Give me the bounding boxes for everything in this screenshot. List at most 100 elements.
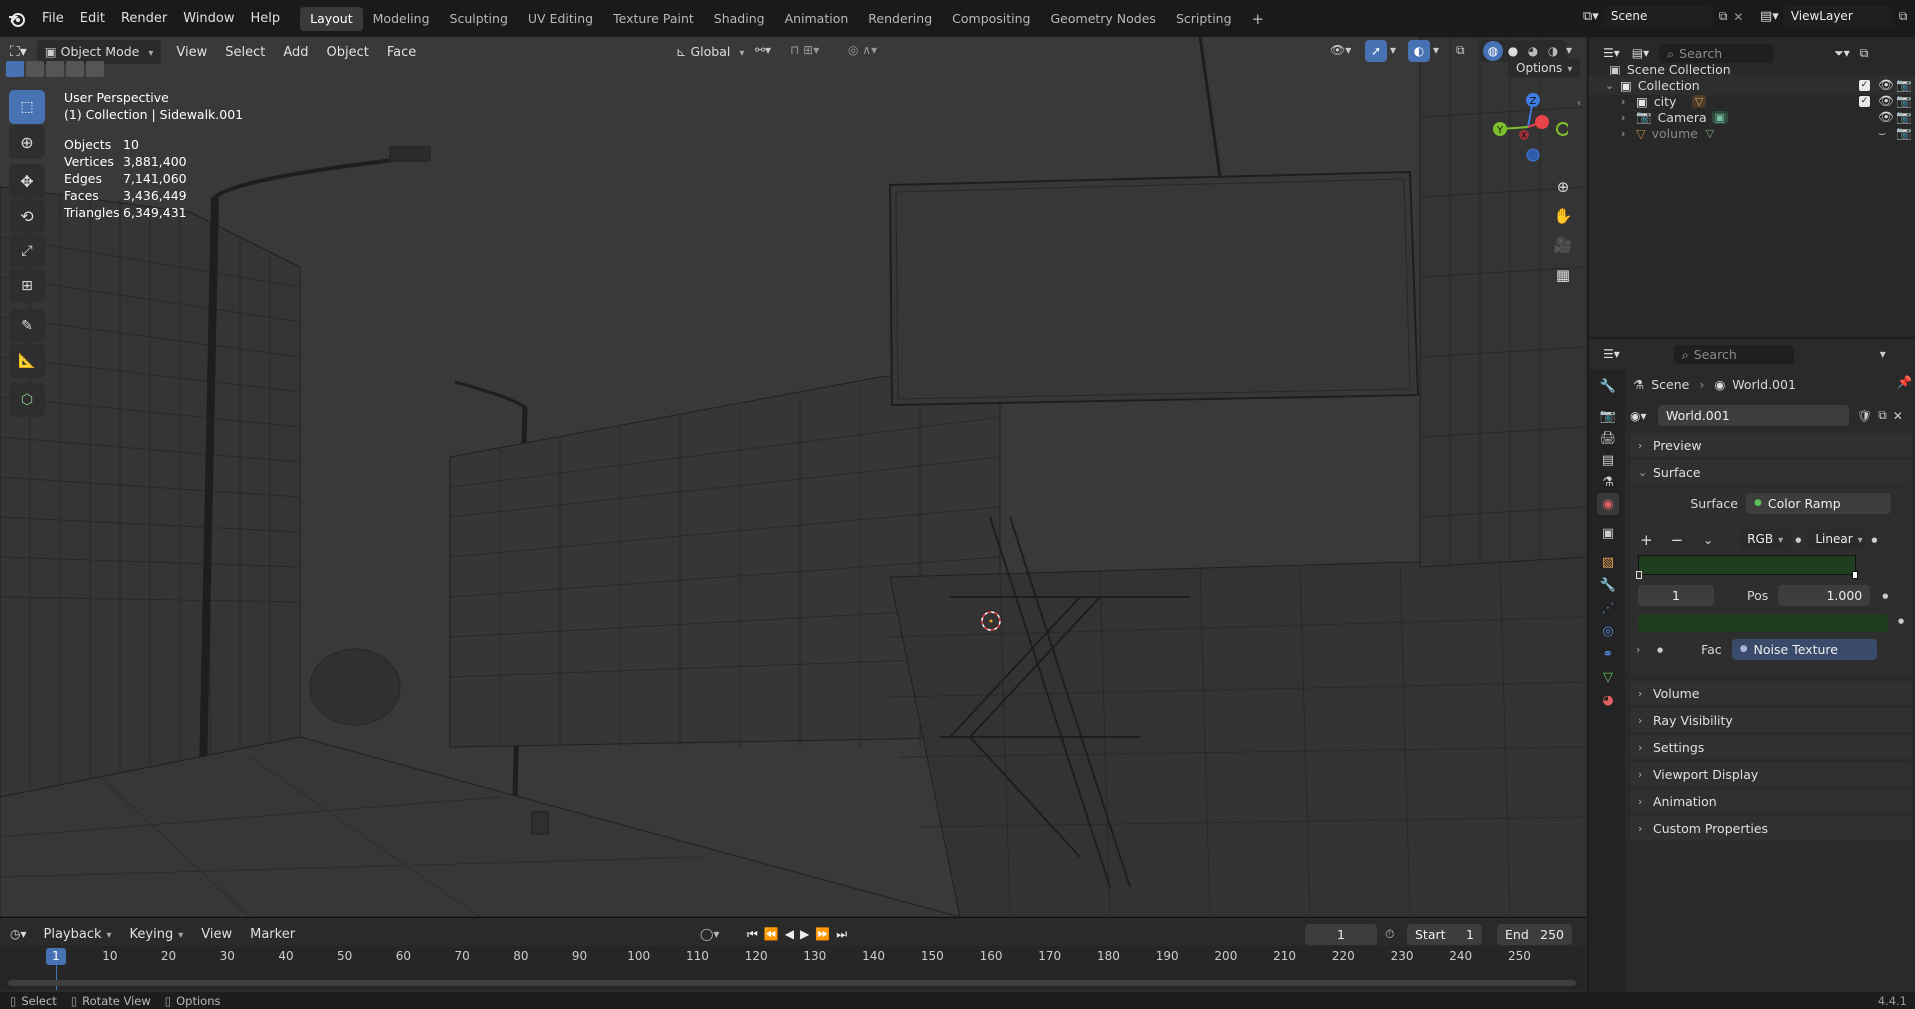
panel-surface[interactable]: ⌄ Surface bbox=[1630, 460, 1912, 484]
jump-start-icon[interactable]: ⏮ bbox=[747, 927, 758, 942]
gizmo-dropdown-icon[interactable]: ▾ bbox=[1390, 43, 1396, 57]
menu-file[interactable]: File bbox=[34, 7, 72, 31]
start-frame-field[interactable]: Start 1 bbox=[1407, 923, 1482, 945]
keyframe-dot-icon[interactable]: ● bbox=[1898, 617, 1904, 625]
camera-view-icon[interactable]: 🎥 bbox=[1549, 231, 1577, 259]
duplicate-world-icon[interactable]: ⧉ bbox=[1878, 408, 1887, 423]
tab-rendering[interactable]: Rendering bbox=[858, 7, 942, 31]
ramp-stop-left[interactable] bbox=[1636, 571, 1642, 579]
outliner-editor-icon[interactable]: ☰▾ bbox=[1603, 46, 1620, 60]
add-workspace-button[interactable]: + bbox=[1242, 7, 1275, 31]
view-layer-tab-icon[interactable]: ▤ bbox=[1597, 449, 1619, 471]
3d-viewport[interactable]: ⛶▾ ▣ Object Mode View Select Add Object … bbox=[0, 37, 1587, 917]
ramp-menu-icon[interactable]: ⌄ bbox=[1703, 533, 1713, 547]
particles-tab-icon[interactable]: ⋰ bbox=[1597, 597, 1619, 619]
new-view-layer-icon[interactable]: ⧉ bbox=[1899, 9, 1908, 24]
menu-view[interactable]: View bbox=[167, 45, 216, 60]
menu-timeline-view[interactable]: View bbox=[192, 927, 241, 942]
gizmo-toggle-icon[interactable]: ➚ bbox=[1365, 40, 1387, 62]
ramp-stop-right[interactable] bbox=[1852, 571, 1858, 579]
scene-selector[interactable]: ⧉▾ Scene ⧉ ✕ bbox=[1583, 6, 1743, 27]
timeline-editor-icon[interactable]: ◷▾ bbox=[10, 927, 27, 941]
render-tab-icon[interactable]: 📷 bbox=[1597, 405, 1619, 427]
properties-dropdown-icon[interactable]: ▾ bbox=[1880, 347, 1886, 361]
menu-object[interactable]: Object bbox=[318, 45, 378, 60]
transform-tool[interactable]: ⊞ bbox=[9, 269, 45, 303]
select-new-icon[interactable] bbox=[6, 61, 24, 77]
add-cube-tool[interactable]: ⬡ bbox=[9, 383, 45, 417]
pan-hand-icon[interactable]: ✋ bbox=[1549, 202, 1577, 230]
unlink-world-icon[interactable]: ✕ bbox=[1893, 409, 1903, 423]
expand-chevron-icon[interactable]: › bbox=[1636, 643, 1644, 656]
stop-index-field[interactable]: 1 bbox=[1638, 585, 1714, 606]
pin-icon[interactable]: 📌 bbox=[1897, 375, 1912, 389]
world-tab-icon[interactable]: ◉ bbox=[1597, 493, 1619, 515]
menu-window[interactable]: Window bbox=[175, 7, 242, 31]
expand-chevron-icon[interactable]: › bbox=[1621, 95, 1629, 108]
properties-editor-icon[interactable]: ☰▾ bbox=[1603, 347, 1620, 361]
visibility-icon[interactable]: 👁▾ bbox=[1330, 43, 1351, 57]
solid-shading-icon[interactable]: ● bbox=[1503, 44, 1523, 58]
jump-keyframe-forward-icon[interactable]: ⏩ bbox=[815, 927, 830, 941]
tab-geometry-nodes[interactable]: Geometry Nodes bbox=[1041, 7, 1166, 31]
zoom-icon[interactable]: ⊕ bbox=[1549, 173, 1577, 201]
select-subtract-icon[interactable] bbox=[46, 61, 64, 77]
menu-help[interactable]: Help bbox=[243, 7, 289, 31]
color-mode-dropdown[interactable]: RGB bbox=[1739, 529, 1792, 550]
breadcrumb-world[interactable]: World.001 bbox=[1732, 377, 1796, 392]
tab-animation[interactable]: Animation bbox=[775, 7, 859, 31]
overlays-toggle-icon[interactable]: ◐ bbox=[1408, 40, 1430, 62]
move-tool[interactable]: ✥ bbox=[9, 164, 45, 198]
keyframe-dot-icon[interactable]: ● bbox=[1871, 536, 1877, 544]
surface-shader-field[interactable]: ● Color Ramp bbox=[1746, 493, 1891, 514]
tab-layout[interactable]: Layout bbox=[300, 6, 363, 31]
expand-chevron-icon[interactable]: › bbox=[1621, 111, 1629, 124]
cursor-tool[interactable]: ⊕ bbox=[9, 125, 45, 159]
tool-tab-icon[interactable]: 🔧 bbox=[1597, 375, 1619, 397]
snap-icon[interactable]: ⊓ ⊞▾ bbox=[790, 43, 819, 57]
current-frame-field[interactable]: 1 bbox=[1305, 923, 1377, 945]
transform-orientation-dropdown[interactable]: ⊾ Global bbox=[668, 40, 752, 64]
output-tab-icon[interactable]: 🖨 bbox=[1597, 427, 1619, 449]
interpolation-dropdown[interactable]: Linear bbox=[1807, 529, 1866, 550]
panel-viewport-display[interactable]: › Viewport Display bbox=[1630, 762, 1912, 786]
tab-compositing[interactable]: Compositing bbox=[942, 7, 1040, 31]
tab-scripting[interactable]: Scripting bbox=[1166, 7, 1242, 31]
breadcrumb-scene[interactable]: Scene bbox=[1651, 377, 1689, 392]
end-frame-field[interactable]: End 250 bbox=[1497, 923, 1572, 945]
world-browse-icon[interactable]: ◉▾ bbox=[1630, 409, 1658, 423]
exclude-checkbox[interactable]: ✓ bbox=[1859, 95, 1870, 107]
stop-color-swatch[interactable] bbox=[1638, 614, 1888, 632]
tab-sculpting[interactable]: Sculpting bbox=[440, 7, 518, 31]
menu-playback[interactable]: Playback bbox=[35, 927, 121, 942]
blender-logo-icon[interactable] bbox=[0, 7, 34, 31]
fac-input-field[interactable]: ● Noise Texture bbox=[1731, 639, 1877, 660]
rendered-shading-icon[interactable]: ◑ bbox=[1543, 44, 1563, 58]
material-shading-icon[interactable]: ◕ bbox=[1523, 44, 1543, 58]
sidebar-toggle-icon[interactable]: ‹ bbox=[1577, 98, 1581, 109]
auto-keying-icon[interactable]: ◯▾ bbox=[700, 927, 719, 941]
collapse-chevron-icon[interactable]: ⌄ bbox=[1605, 79, 1614, 92]
jump-keyframe-back-icon[interactable]: ⏪ bbox=[764, 927, 779, 941]
scene-tab-icon[interactable]: ⚗ bbox=[1597, 471, 1619, 493]
panel-custom-properties[interactable]: › Custom Properties bbox=[1630, 816, 1912, 840]
color-ramp-gradient[interactable] bbox=[1638, 555, 1856, 575]
proportional-editing-icon[interactable]: ◎ ∧▾ bbox=[848, 43, 877, 57]
keyframe-dot-icon[interactable]: ● bbox=[1882, 592, 1888, 600]
panel-volume[interactable]: › Volume bbox=[1630, 681, 1912, 705]
measure-tool[interactable]: 📐 bbox=[9, 344, 45, 378]
navigation-gizmo[interactable]: Z Y X bbox=[1488, 87, 1568, 167]
preview-range-icon[interactable]: ⏱ bbox=[1385, 927, 1394, 942]
wireframe-shading-icon[interactable]: ◍ bbox=[1483, 41, 1503, 61]
collection-tab-icon[interactable]: ▣ bbox=[1597, 522, 1619, 544]
menu-marker[interactable]: Marker bbox=[241, 927, 304, 942]
panel-settings[interactable]: › Settings bbox=[1630, 735, 1912, 759]
object-tab-icon[interactable]: ▧ bbox=[1597, 551, 1619, 573]
new-scene-icon[interactable]: ⧉ bbox=[1719, 9, 1728, 24]
panel-ray-visibility[interactable]: › Ray Visibility bbox=[1630, 708, 1912, 732]
select-invert-icon[interactable] bbox=[66, 61, 84, 77]
annotate-tool[interactable]: ✎ bbox=[9, 309, 45, 343]
select-extend-icon[interactable] bbox=[26, 61, 44, 77]
tab-uv-editing[interactable]: UV Editing bbox=[518, 7, 603, 31]
menu-keying[interactable]: Keying bbox=[121, 927, 193, 942]
